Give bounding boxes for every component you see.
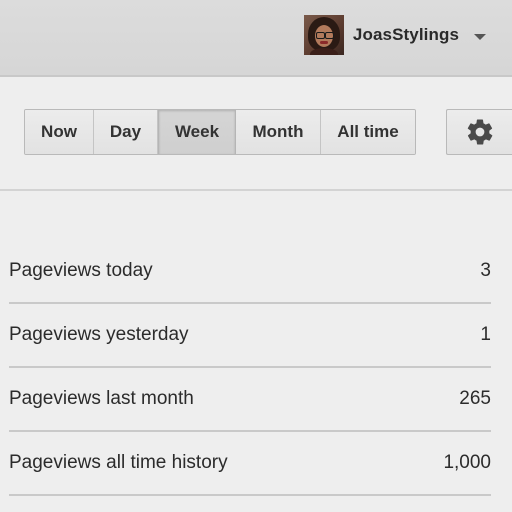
stat-row-last-month: Pageviews last month 265	[9, 368, 491, 432]
stat-row-today: Pageviews today 3	[9, 240, 491, 304]
range-tab-week[interactable]: Week	[158, 110, 236, 154]
account-name[interactable]: JoasStylings	[353, 25, 459, 45]
top-app-bar: JoasStylings	[0, 0, 512, 77]
stat-label: Pageviews yesterday	[9, 324, 189, 345]
caret-down-icon[interactable]	[474, 33, 486, 40]
stat-row-all-time: Pageviews all time history 1,000	[9, 432, 491, 496]
time-range-selector: Now Day Week Month All time	[24, 109, 416, 155]
stat-value: 1	[480, 324, 491, 345]
stat-value: 1,000	[443, 452, 491, 473]
account-switcher[interactable]: JoasStylings	[303, 14, 486, 56]
stat-value: 3	[480, 260, 491, 281]
range-tab-now[interactable]: Now	[25, 110, 94, 154]
stat-label: Pageviews today	[9, 260, 153, 281]
pageview-stats-list: Pageviews today 3 Pageviews yesterday 1 …	[9, 240, 491, 496]
avatar[interactable]	[303, 15, 344, 55]
section-divider	[0, 189, 512, 191]
stat-value: 265	[459, 388, 491, 409]
stat-label: Pageviews last month	[9, 388, 194, 409]
settings-button[interactable]	[446, 109, 512, 155]
range-tab-month[interactable]: Month	[236, 110, 321, 154]
gear-icon	[467, 119, 492, 145]
stat-row-yesterday: Pageviews yesterday 1	[9, 304, 491, 368]
range-tab-all-time[interactable]: All time	[321, 110, 415, 154]
range-tab-day[interactable]: Day	[94, 110, 158, 154]
stat-label: Pageviews all time history	[9, 452, 228, 473]
